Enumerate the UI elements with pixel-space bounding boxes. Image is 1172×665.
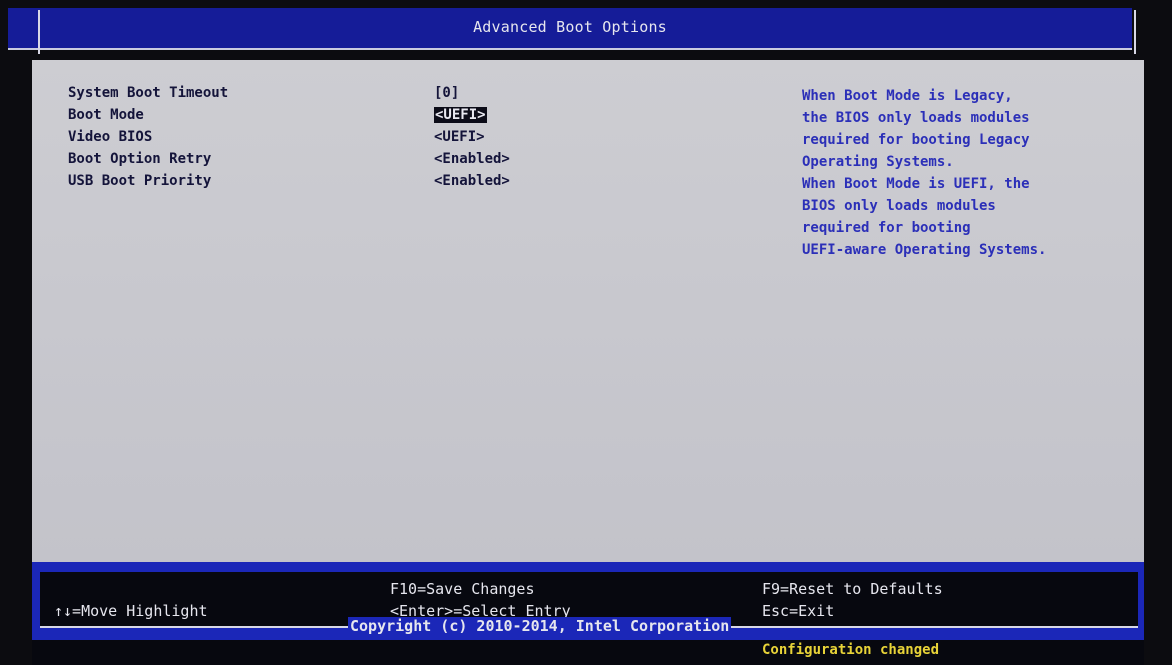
move-highlight-hint: ↑↓=Move Highlight bbox=[54, 602, 208, 620]
help-line: When Boot Mode is Legacy, bbox=[802, 88, 1013, 104]
setting-system-boot-timeout[interactable]: System Boot Timeout [0] bbox=[68, 85, 548, 107]
setting-value-selected[interactable]: <UEFI> bbox=[434, 107, 487, 123]
exit-hint: Esc=Exit bbox=[762, 602, 835, 620]
settings-list: System Boot Timeout [0] Boot Mode <UEFI>… bbox=[68, 85, 548, 195]
help-line: When Boot Mode is UEFI, the bbox=[802, 176, 1030, 192]
help-line: UEFI-aware Operating Systems. bbox=[802, 242, 1047, 258]
save-changes-hint: F10=Save Changes bbox=[390, 580, 535, 598]
setting-label: System Boot Timeout bbox=[68, 85, 229, 101]
status-message: Configuration changed bbox=[762, 642, 940, 658]
title-bar: Advanced Boot Options bbox=[8, 8, 1136, 54]
setting-label: Boot Mode bbox=[68, 107, 144, 123]
page-title: Advanced Boot Options bbox=[473, 18, 667, 36]
help-line: required for booting bbox=[802, 220, 971, 236]
help-line: Operating Systems. bbox=[802, 154, 954, 170]
help-text: When Boot Mode is Legacy, the BIOS only … bbox=[802, 85, 1132, 261]
help-line: BIOS only loads modules bbox=[802, 198, 996, 214]
setting-boot-option-retry[interactable]: Boot Option Retry <Enabled> bbox=[68, 151, 548, 173]
setting-value[interactable]: <Enabled> bbox=[434, 151, 510, 167]
setting-label: Boot Option Retry bbox=[68, 151, 212, 167]
copyright-notice: Copyright (c) 2010-2014, Intel Corporati… bbox=[348, 617, 732, 635]
key-legend-footer: ↑↓=Move Highlight F10=Save Changes <Ente… bbox=[32, 562, 1144, 640]
settings-panel: System Boot Timeout [0] Boot Mode <UEFI>… bbox=[32, 60, 1144, 562]
setting-label: Video BIOS bbox=[68, 129, 153, 145]
help-line: the BIOS only loads modules bbox=[802, 110, 1030, 126]
setting-usb-boot-priority[interactable]: USB Boot Priority <Enabled> bbox=[68, 173, 548, 195]
reset-defaults-hint: F9=Reset to Defaults bbox=[762, 580, 943, 598]
setting-value[interactable]: [0] bbox=[434, 85, 459, 101]
help-line: required for booting Legacy bbox=[802, 132, 1030, 148]
setting-value[interactable]: <Enabled> bbox=[434, 173, 510, 189]
bios-screen: Advanced Boot Options System Boot Timeou… bbox=[0, 0, 1172, 665]
setting-value[interactable]: <UEFI> bbox=[434, 129, 485, 145]
status-bar: Configuration changed bbox=[32, 640, 1144, 665]
setting-boot-mode[interactable]: Boot Mode <UEFI> bbox=[68, 107, 548, 129]
setting-label: USB Boot Priority bbox=[68, 173, 212, 189]
setting-video-bios[interactable]: Video BIOS <UEFI> bbox=[68, 129, 548, 151]
